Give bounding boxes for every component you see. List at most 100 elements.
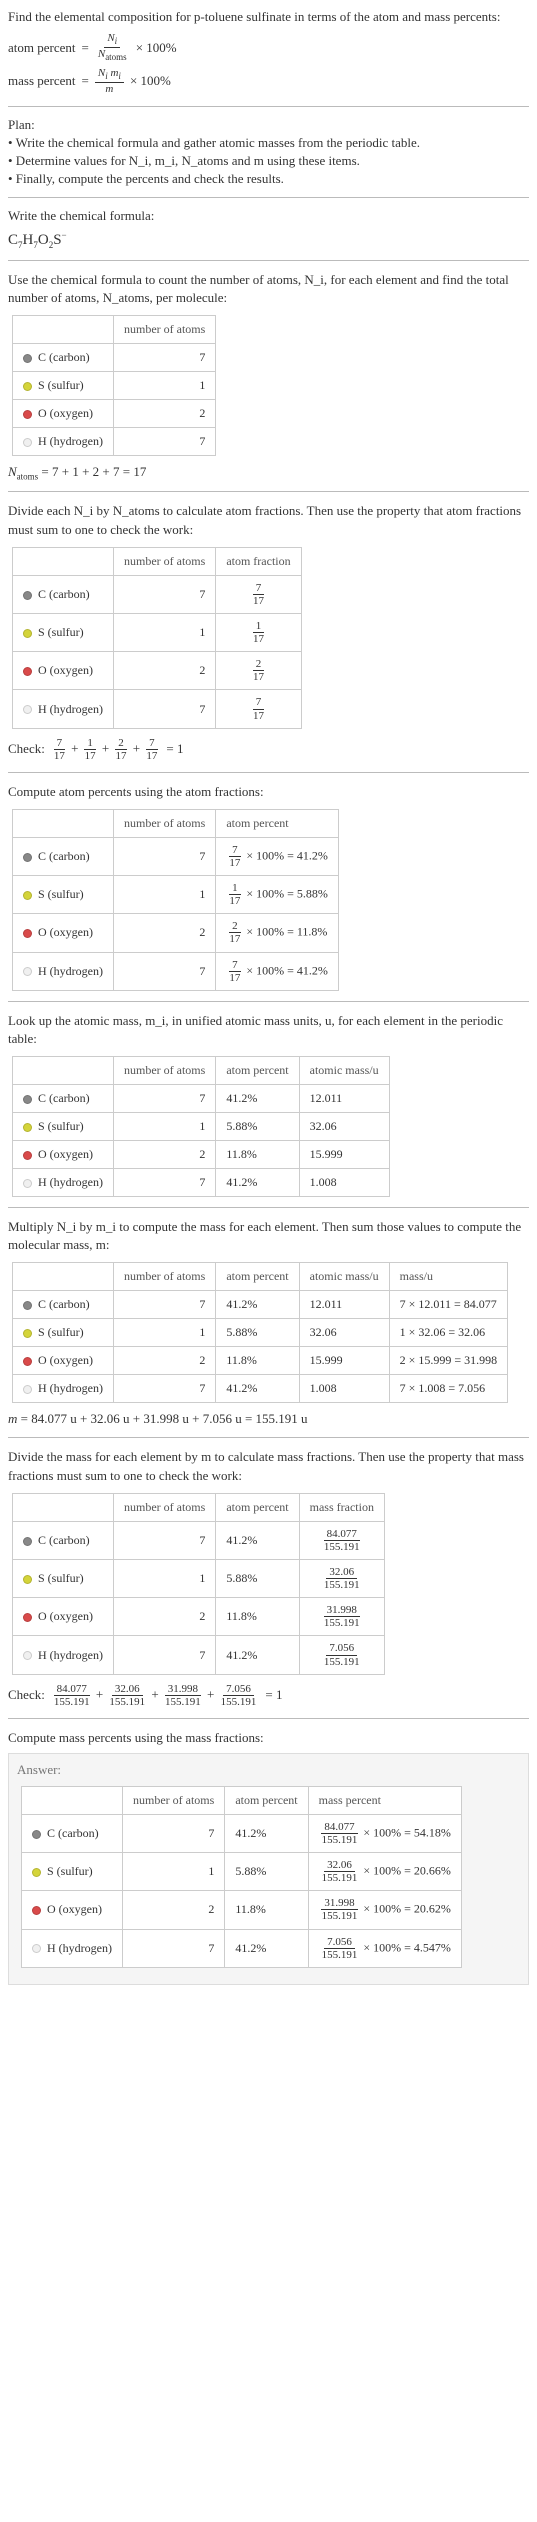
atom-percent: 5.88% (225, 1853, 308, 1891)
numerator: 7 (253, 582, 265, 595)
mass-table: number of atoms atom percent atomic mass… (12, 1262, 508, 1403)
table-row: C (carbon)7 (13, 343, 216, 371)
fraction: 7.056155.191 (321, 1642, 363, 1667)
denominator: 17 (82, 750, 99, 762)
atom-count: 1 (113, 1319, 215, 1347)
divider (8, 1001, 529, 1002)
element-color-icon (32, 1830, 41, 1839)
mass-percent: 7.056155.191 × 100% = 4.547% (308, 1929, 461, 1967)
divider (8, 260, 529, 261)
element-cell: S (sulfur) (13, 1113, 114, 1141)
denominator: 155.191 (319, 1949, 361, 1961)
numerator: 1 (229, 882, 241, 895)
col-number-atoms: number of atoms (113, 809, 215, 837)
table-row: H (hydrogen)741.2%7.056155.191 (13, 1636, 385, 1674)
atom-count: 2 (113, 1141, 215, 1169)
table-row: H (hydrogen)741.2%1.0087 × 1.008 = 7.056 (13, 1375, 508, 1403)
element-cell: O (oxygen) (13, 652, 114, 690)
atom-percent: 11.8% (216, 1598, 299, 1636)
table-row: S (sulfur)1117 × 100% = 5.88% (13, 876, 339, 914)
intro-text: Find the elemental composition for p-tol… (8, 8, 529, 26)
answer-table: number of atoms atom percent mass percen… (21, 1786, 462, 1968)
fraction: 117 (250, 620, 267, 645)
atom-fraction-table: number of atoms atom fraction C (carbon)… (12, 547, 302, 729)
element-cell: O (oxygen) (13, 1141, 114, 1169)
table-row: H (hydrogen)7717 × 100% = 41.2% (13, 952, 339, 990)
element-color-icon (23, 1575, 32, 1584)
element-cell: H (hydrogen) (13, 690, 114, 728)
numerator: 7 (54, 737, 66, 750)
check-result: = 1 (166, 741, 183, 757)
atom-count: 2 (113, 1598, 215, 1636)
atom-percent: 41.2% (216, 1521, 299, 1559)
element-cell: O (oxygen) (13, 399, 114, 427)
chemical-formula: C7H7O2S− (8, 230, 529, 250)
atom-percent: 217 × 100% = 11.8% (216, 914, 339, 952)
element-cell: S (sulfur) (13, 614, 114, 652)
atomic-mass: 15.999 (299, 1141, 389, 1169)
atom-count: 7 (113, 1375, 215, 1403)
fraction: 717 (250, 582, 267, 607)
denominator: 155.191 (319, 1872, 361, 1884)
fraction: 7.056155.191 (319, 1936, 361, 1961)
atom-percent: 41.2% (216, 1169, 299, 1197)
numerator: 7.056 (326, 1642, 357, 1655)
atomic-mass-text: Look up the atomic mass, m_i, in unified… (8, 1012, 529, 1048)
element-cell: C (carbon) (13, 575, 114, 613)
element-color-icon (23, 1651, 32, 1660)
mass-calc-text: Multiply N_i by m_i to compute the mass … (8, 1218, 529, 1254)
plan-title: Plan: (8, 117, 529, 133)
atom-percent: 11.8% (216, 1347, 299, 1375)
denominator: 17 (226, 972, 243, 984)
element-cell: H (hydrogen) (13, 1375, 114, 1403)
element-cell: C (carbon) (13, 1085, 114, 1113)
denominator: 155.191 (218, 1696, 260, 1708)
atom-percent-text: Compute atom percents using the atom fra… (8, 783, 529, 801)
write-formula-label: Write the chemical formula: (8, 208, 529, 224)
atom-percent: 5.88% (216, 1113, 299, 1141)
check-label: Check: (8, 1687, 45, 1703)
atom-percent: 41.2% (216, 1375, 299, 1403)
numerator: 84.077 (54, 1683, 90, 1696)
plan-item: • Determine values for N_i, m_i, N_atoms… (8, 153, 529, 169)
atom-count: 7 (113, 1169, 215, 1197)
table-row: C (carbon) 7717 (13, 575, 302, 613)
col-mass-percent: mass percent (308, 1786, 461, 1814)
numerator: 31.998 (321, 1897, 357, 1910)
numerator: 84.077 (321, 1821, 357, 1834)
denominator: 17 (113, 750, 130, 762)
element-color-icon (23, 967, 32, 976)
element-cell: C (carbon) (13, 837, 114, 875)
divider (8, 772, 529, 773)
col-blank (13, 809, 114, 837)
mass-calc: 1 × 32.06 = 32.06 (389, 1319, 508, 1347)
numerator: 2 (253, 658, 265, 671)
natoms-equation: Natoms = 7 + 1 + 2 + 7 = 17 (8, 464, 529, 482)
atom-percent: 41.2% (216, 1636, 299, 1674)
fraction: 32.06155.191 (106, 1683, 148, 1708)
element-color-icon (23, 1613, 32, 1622)
table-row: C (carbon)741.2%12.0117 × 12.011 = 84.07… (13, 1291, 508, 1319)
numerator: 7.056 (223, 1683, 254, 1696)
denominator: 155.191 (321, 1541, 363, 1553)
mass-fraction-text: Divide the mass for each element by m to… (8, 1448, 529, 1484)
table-row: S (sulfur)15.88%32.06155.191 (13, 1560, 385, 1598)
fraction: 717 (250, 696, 267, 721)
atom-count: 1 (113, 1113, 215, 1141)
table-row: S (sulfur)1117 (13, 614, 302, 652)
answer-label: Answer: (17, 1762, 520, 1778)
col-atom-percent: atom percent (216, 809, 339, 837)
check-line: Check: 717 + 117 + 217 + 717 = 1 (8, 737, 529, 762)
element-color-icon (23, 1151, 32, 1160)
element-color-icon (32, 1868, 41, 1877)
element-color-icon (23, 1537, 32, 1546)
fraction: 717 (226, 844, 243, 869)
divider (8, 491, 529, 492)
col-blank (13, 1057, 114, 1085)
denominator: 155.191 (51, 1696, 93, 1708)
table-row: O (oxygen)211.8%15.999 (13, 1141, 390, 1169)
fraction: 84.077155.191 (321, 1528, 363, 1553)
mass-fraction: 32.06155.191 (299, 1560, 384, 1598)
numerator: 7 (229, 844, 241, 857)
atomic-mass: 32.06 (299, 1319, 389, 1347)
